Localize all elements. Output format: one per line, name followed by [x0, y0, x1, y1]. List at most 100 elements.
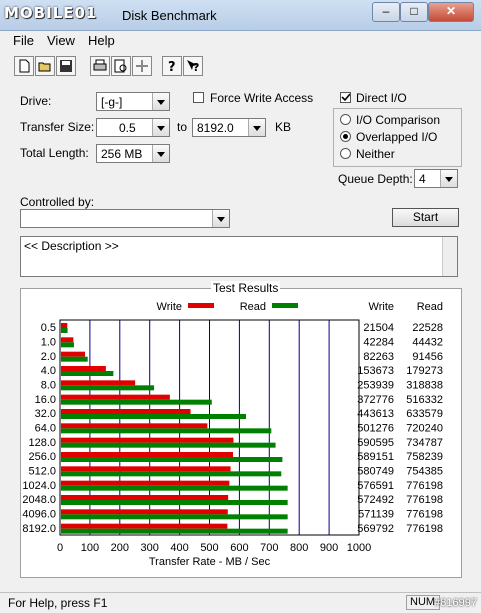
- move-button[interactable]: [132, 56, 152, 76]
- print-button[interactable]: [90, 56, 110, 76]
- queue-depth-select[interactable]: 4: [414, 169, 458, 188]
- menu-help[interactable]: Help: [88, 33, 115, 48]
- open-button[interactable]: [35, 56, 55, 76]
- write-value: 589151: [357, 451, 394, 463]
- read-bar: [61, 414, 247, 419]
- transfer-size-from-select[interactable]: 0.5: [96, 118, 170, 137]
- direct-io-label: Direct I/O: [356, 91, 407, 105]
- total-length-select[interactable]: 256 MB: [96, 144, 170, 163]
- category-label: 0.5: [41, 322, 56, 334]
- read-bar: [61, 500, 288, 505]
- x-tick-label: 700: [260, 542, 278, 554]
- test-results-panel: Test Results 0 100 200 300 400 500 600 700 800 90…: [20, 281, 462, 578]
- category-label: 2048.0: [22, 494, 56, 506]
- controlled-by-label: Controlled by:: [20, 195, 95, 209]
- read-bar: [61, 385, 155, 391]
- total-length-label: Total Length:: [20, 146, 89, 160]
- x-tick-label: 900: [320, 542, 338, 554]
- help-button[interactable]: ?: [162, 56, 182, 76]
- unit-label: KB: [275, 120, 292, 134]
- chevron-down-icon: [152, 145, 169, 162]
- close-button[interactable]: ✕: [428, 2, 474, 22]
- read-value: 633579: [406, 408, 443, 420]
- read-value: 734787: [406, 437, 443, 449]
- write-bar: [61, 437, 234, 443]
- read-value: 318838: [406, 380, 443, 392]
- read-value: 22528: [412, 322, 443, 334]
- to-label: to: [177, 120, 188, 134]
- write-value: 576591: [357, 480, 394, 492]
- category-label: 2.0: [41, 351, 56, 363]
- category-label: 256.0: [28, 451, 56, 463]
- read-bar: [61, 514, 288, 520]
- drive-label: Drive:: [20, 94, 52, 108]
- menu-file[interactable]: File: [13, 33, 34, 48]
- watermark-text: #816997: [434, 597, 477, 609]
- svg-text:?: ?: [193, 61, 199, 73]
- direct-io-checkbox[interactable]: [340, 92, 351, 103]
- read-value: 44432: [412, 337, 443, 349]
- minimize-button[interactable]: –: [372, 2, 400, 22]
- queue-depth-label: Queue Depth:: [338, 172, 413, 186]
- maximize-button[interactable]: □: [400, 2, 428, 22]
- legend-write-swatch: [188, 303, 214, 308]
- category-label: 32.0: [35, 408, 56, 420]
- write-bar: [61, 351, 86, 357]
- description-text: << Description >>: [24, 239, 119, 253]
- category-label: 8.0: [41, 380, 56, 392]
- chevron-down-icon: [248, 119, 265, 136]
- write-bar: [61, 323, 68, 328]
- read-value: 754385: [406, 466, 443, 478]
- read-value: 776198: [406, 480, 443, 492]
- controlled-by-select[interactable]: [20, 209, 230, 228]
- transfer-size-label: Transfer Size:: [20, 120, 95, 134]
- transfer-size-to-select[interactable]: 8192.0: [192, 118, 266, 137]
- x-tick-label: 300: [141, 542, 159, 554]
- svg-text:?: ?: [168, 60, 176, 73]
- write-bar: [61, 380, 136, 386]
- new-button[interactable]: [14, 56, 34, 76]
- write-bar: [61, 337, 74, 343]
- print-preview-button[interactable]: [111, 56, 131, 76]
- category-label: 64.0: [35, 423, 56, 435]
- drive-select[interactable]: [-g-]: [96, 92, 170, 111]
- read-bar: [61, 485, 288, 491]
- write-bar: [61, 466, 231, 472]
- x-tick-label: 600: [230, 542, 248, 554]
- overlapped-io-label: Overlapped I/O: [356, 130, 438, 144]
- read-value: 516332: [406, 394, 443, 406]
- description-scrollbar[interactable]: [442, 237, 457, 276]
- write-value: 21504: [363, 322, 394, 334]
- category-label: 4096.0: [22, 509, 56, 521]
- write-value: 572492: [357, 494, 394, 506]
- neither-radio[interactable]: [340, 148, 351, 159]
- write-value: 569792: [357, 523, 394, 535]
- write-bar: [61, 394, 170, 400]
- legend-read-label: Read: [240, 301, 266, 313]
- context-help-button[interactable]: ?: [183, 56, 203, 76]
- io-comparison-label: I/O Comparison: [356, 113, 441, 127]
- description-field[interactable]: << Description >>: [20, 236, 458, 277]
- menu-view[interactable]: View: [47, 33, 75, 48]
- read-bar: [61, 356, 88, 362]
- read-value: 776198: [406, 509, 443, 521]
- read-bar: [61, 528, 288, 534]
- read-value: 91456: [412, 351, 443, 363]
- x-tick-label: 800: [290, 542, 308, 554]
- chevron-down-icon: [152, 93, 169, 110]
- save-button[interactable]: [56, 56, 76, 76]
- legend-read-swatch: [272, 303, 298, 308]
- force-write-checkbox[interactable]: [193, 92, 204, 103]
- read-bar: [61, 371, 114, 376]
- x-tick-label: 200: [111, 542, 129, 554]
- read-bar: [61, 457, 283, 462]
- io-comparison-radio[interactable]: [340, 114, 351, 125]
- write-value: 42284: [363, 337, 394, 349]
- status-bar: For Help, press F1 NUM #816997: [0, 592, 481, 613]
- write-bar: [61, 480, 230, 486]
- menu-bar: File View Help: [0, 31, 481, 51]
- overlapped-io-radio[interactable]: [340, 131, 351, 142]
- write-bar: [61, 509, 228, 515]
- write-bar: [61, 409, 191, 414]
- start-button[interactable]: Start: [392, 208, 459, 227]
